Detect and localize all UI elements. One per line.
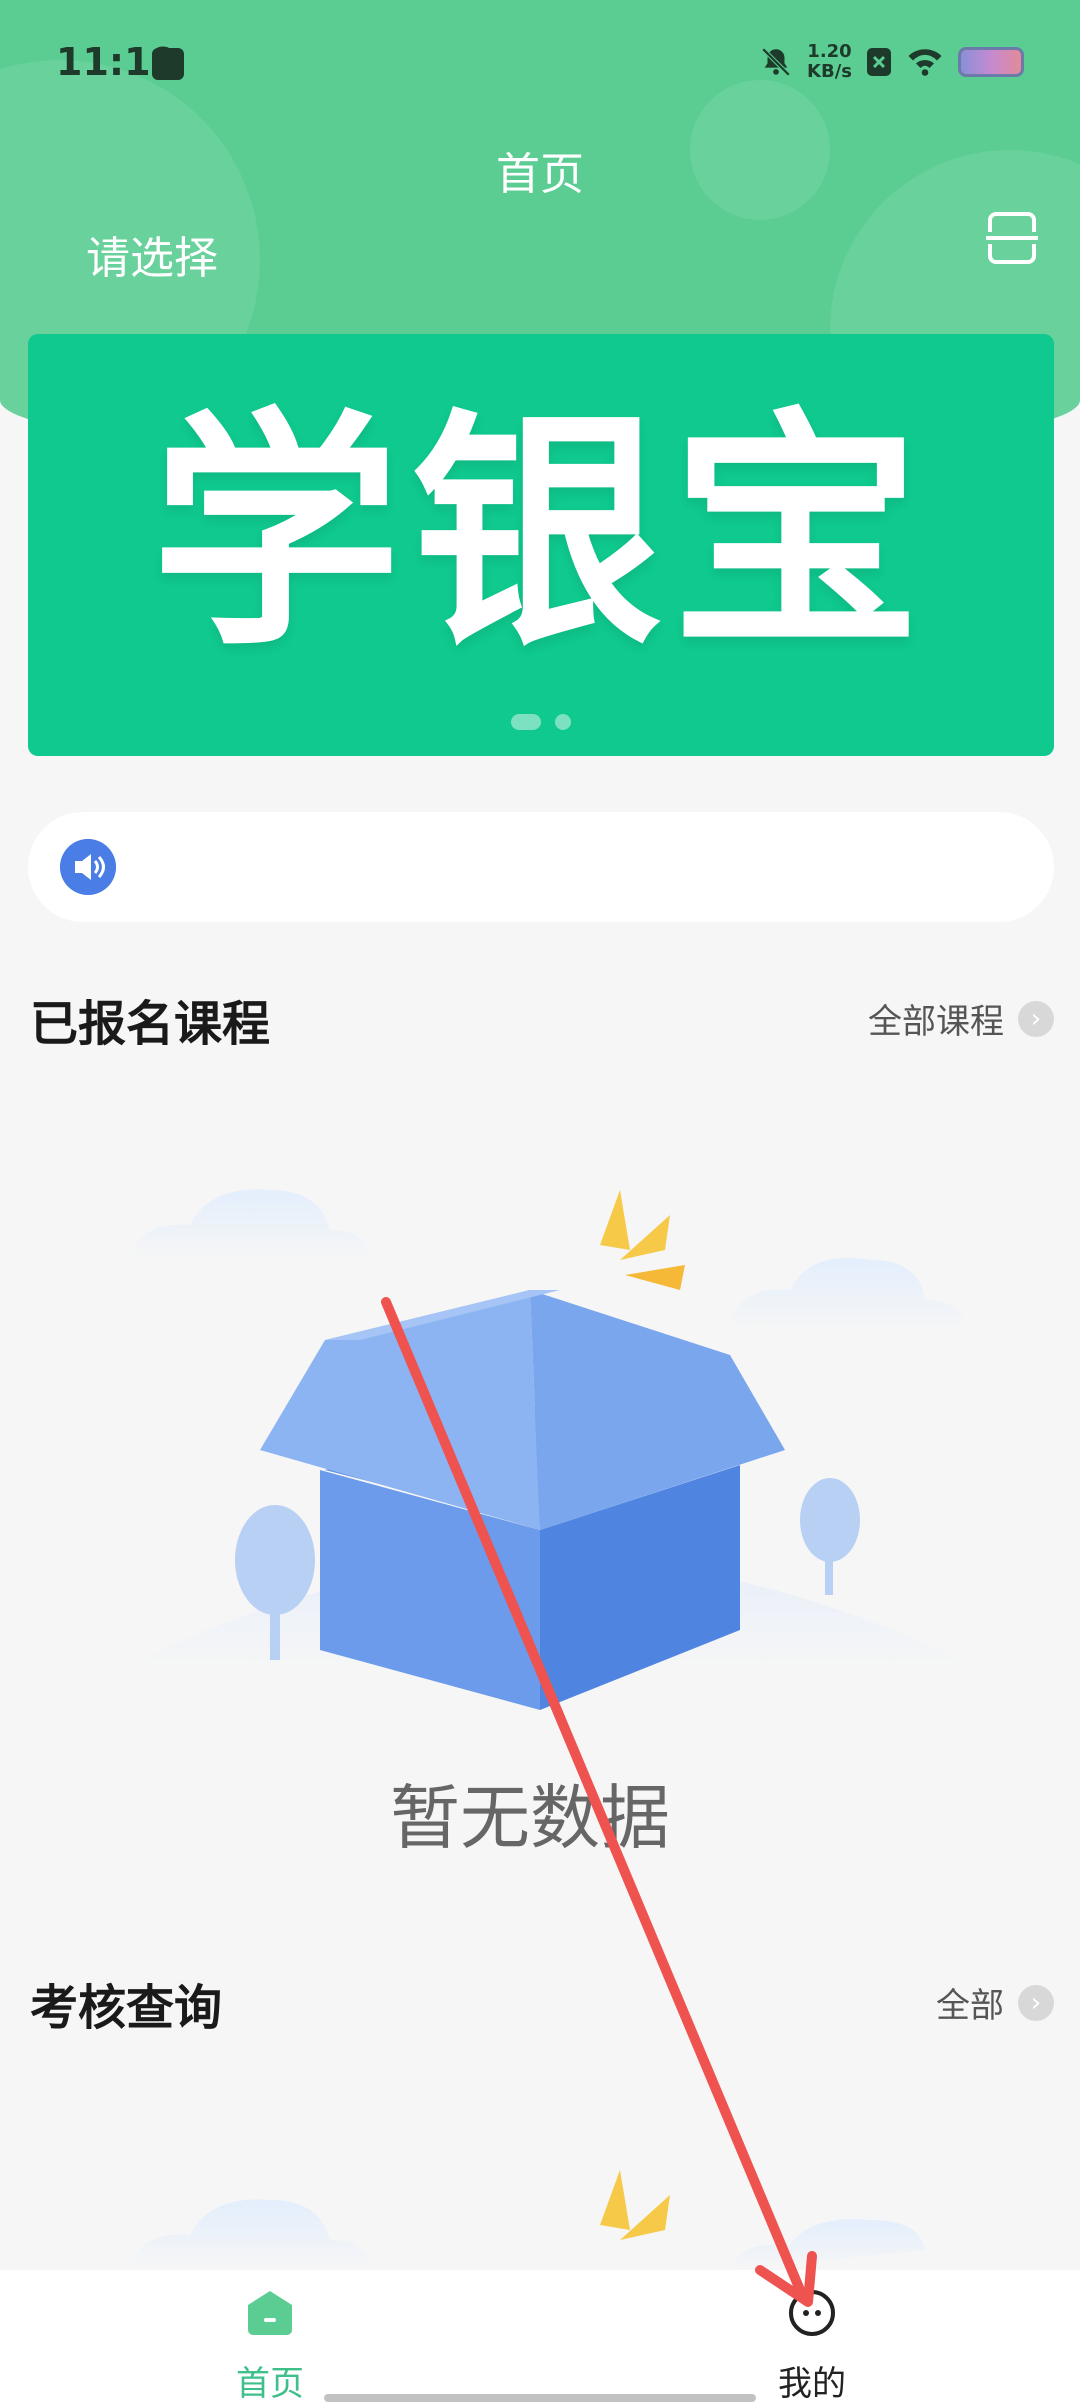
tab-profile[interactable]: 我的: [712, 2288, 912, 2405]
carousel-dot: [555, 714, 571, 730]
chevron-right-icon: ›: [1018, 1000, 1054, 1037]
carousel-indicator: [28, 714, 1054, 730]
exam-query-title: 考核查询: [30, 1980, 223, 2036]
speaker-icon: [60, 839, 116, 895]
bottom-tab-bar: 首页 我的: [0, 2270, 1080, 2408]
banner-title: 学银宝: [151, 388, 931, 679]
network-speed: 1.20 KB/s: [807, 42, 852, 82]
all-courses-link[interactable]: 全部课程 ›: [868, 994, 1054, 1043]
notice-bar[interactable]: [28, 812, 1054, 922]
page-title: 首页: [496, 149, 584, 200]
empty-box-illustration: [120, 1189, 980, 1710]
scan-icon[interactable]: [984, 210, 1040, 266]
home-indicator[interactable]: [324, 2394, 756, 2402]
carousel-dot-active: [511, 714, 541, 730]
home-icon: [248, 2291, 292, 2335]
all-exams-link[interactable]: 全部 ›: [936, 1978, 1054, 2027]
location-select[interactable]: 请选择: [86, 222, 218, 286]
battery-icon: [958, 47, 1024, 77]
close-app-icon: [867, 48, 891, 76]
net-speed-unit: KB/s: [807, 61, 852, 82]
mute-bell-icon: [761, 47, 791, 77]
app-notification-icon: [152, 48, 184, 80]
enrolled-courses-title: 已报名课程: [30, 996, 271, 1052]
wifi-icon: [908, 49, 942, 76]
chevron-right-icon: ›: [1018, 1984, 1054, 2021]
all-courses-label: 全部课程: [868, 1002, 1004, 1042]
status-icons: 1.20 KB/s: [759, 42, 1024, 82]
all-exams-label: 全部: [936, 1986, 1004, 2026]
status-bar: 11:19 1.20 KB/s: [0, 0, 1080, 130]
net-speed-value: 1.20: [807, 41, 852, 62]
empty-box-illustration-partial: [130, 2170, 925, 2270]
tab-home[interactable]: 首页: [170, 2288, 370, 2405]
empty-state-text: 暂无数据: [390, 1777, 670, 1859]
promo-banner[interactable]: 学银宝: [28, 334, 1054, 756]
profile-icon: [789, 2290, 835, 2336]
